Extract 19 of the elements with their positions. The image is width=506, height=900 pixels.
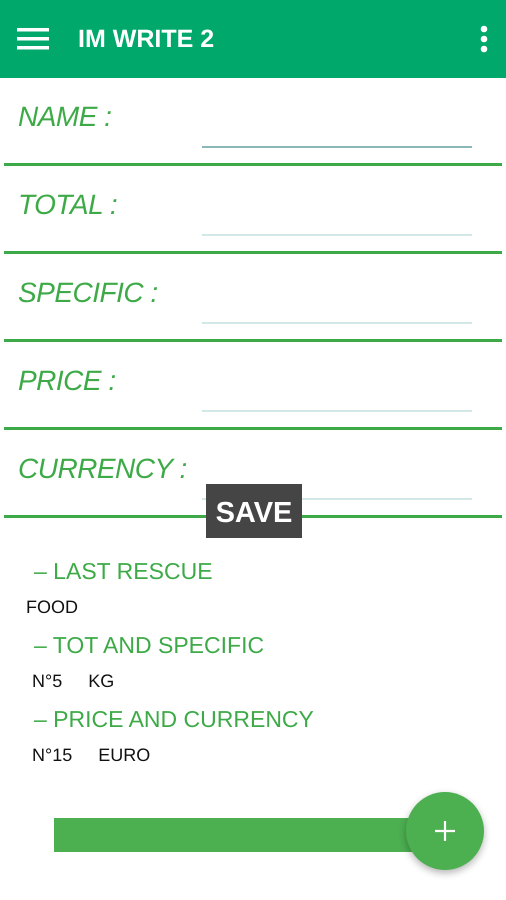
- field-label: PRICE :: [17, 364, 117, 396]
- field-label: TOTAL :: [17, 188, 118, 220]
- app-title: IM WRITE 2: [78, 24, 216, 54]
- plus-icon: [435, 821, 455, 841]
- field-label: NAME :: [17, 100, 112, 132]
- value-text: KG: [88, 670, 114, 693]
- add-button[interactable]: [406, 792, 484, 870]
- field-label: CURRENCY :: [17, 452, 188, 484]
- value-text: EURO: [98, 744, 150, 767]
- more-options-icon[interactable]: [480, 25, 488, 53]
- section-heading: – PRICE AND CURRENCY: [34, 705, 315, 734]
- value-text: N°5: [32, 670, 62, 693]
- value-text: FOOD: [26, 596, 78, 619]
- section-heading: – TOT AND SPECIFIC: [34, 631, 266, 660]
- save-tooltip: SAVE: [206, 484, 302, 538]
- field-label: SPECIFIC :: [17, 276, 159, 308]
- value-text: N°15: [32, 744, 72, 767]
- section-heading: – LAST RESCUE: [34, 557, 214, 586]
- menu-icon[interactable]: [17, 28, 49, 50]
